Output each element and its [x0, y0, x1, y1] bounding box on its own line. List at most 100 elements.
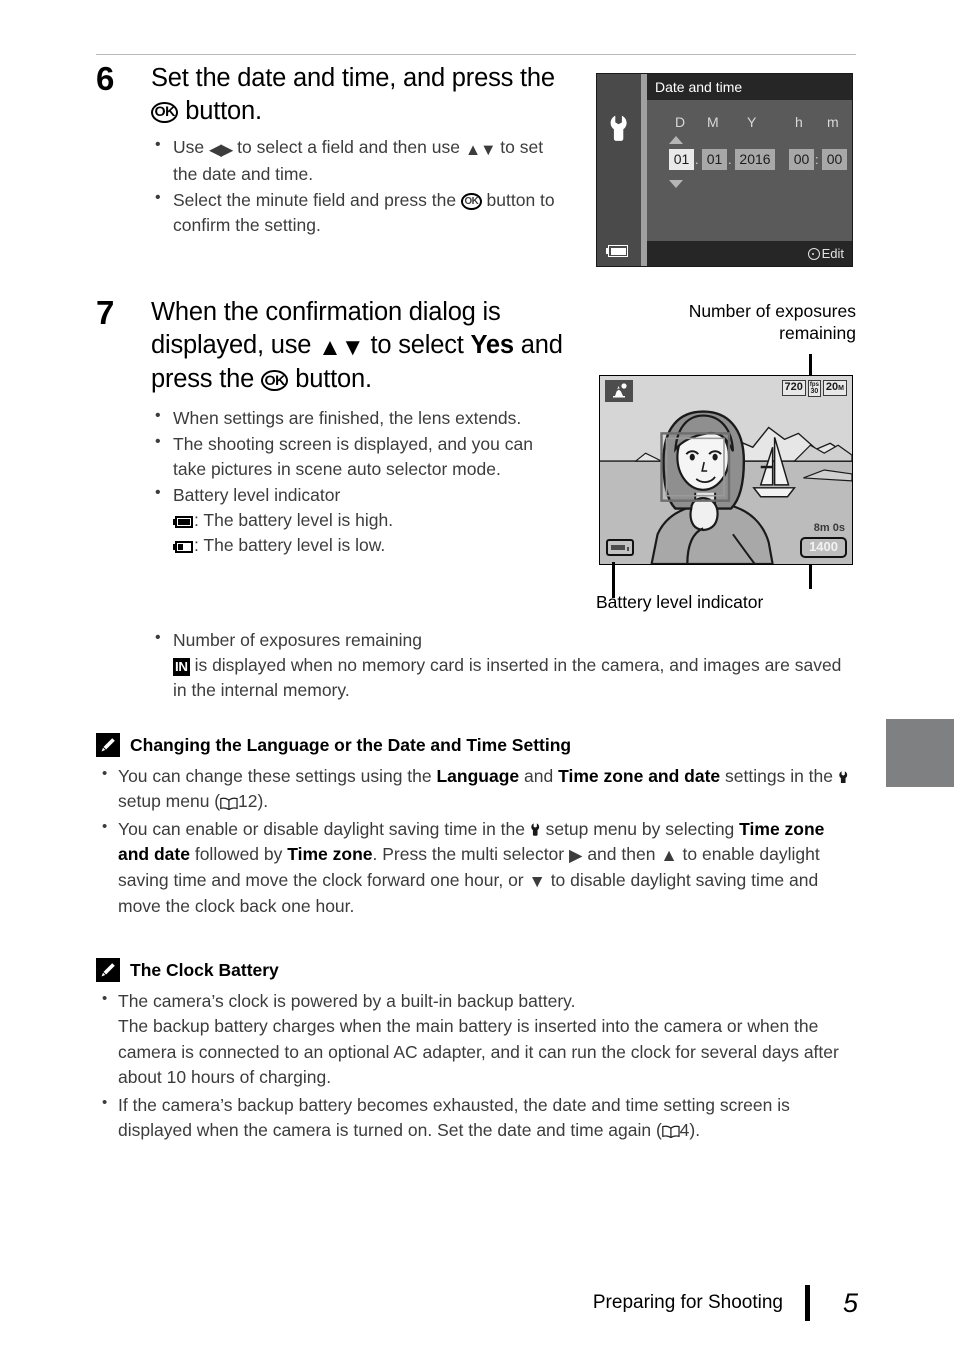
frame-rate-value: 30: [810, 388, 819, 395]
text-segment: The camera’s clock is powered by a built…: [118, 991, 576, 1011]
step-7: 7 When the confirmation dialog is displa…: [96, 296, 566, 558]
movie-time-remaining: 8m 0s: [813, 522, 845, 534]
step-6: 6 Set the date and time, and press the O…: [96, 62, 566, 238]
separator-2: .: [728, 152, 732, 167]
step-7-bullet-4: Number of exposures remaining IN is disp…: [151, 627, 858, 703]
text-segment: setup menu by selecting: [540, 818, 740, 839]
step-6-heading-text-1: Set the date and time, and press the: [151, 64, 555, 92]
step-6-bullet-1: Use to select a field and then use to se…: [151, 134, 566, 187]
step-7-number: 7: [96, 294, 114, 331]
battery-high-line: : The battery level is high.: [173, 508, 566, 533]
bullet-text: to select a field and then use: [232, 137, 465, 158]
date-time-screen-illustration: Date and time D M Y h m 01 . 01 . 2016 0…: [596, 73, 853, 267]
note-1-bullets: You can change these settings using the …: [96, 763, 858, 920]
yes-option-label: Yes: [470, 331, 515, 360]
internal-memory-line: IN is displayed when no memory card is i…: [173, 653, 858, 703]
date-time-screen-footer: Edit: [647, 241, 852, 266]
time-zone-setting-name: Time zone: [287, 844, 373, 865]
column-label-month: M: [707, 114, 719, 130]
footer-section-title: Preparing for Shooting: [592, 1292, 783, 1313]
edit-hint-label: Edit: [821, 246, 844, 261]
right-arrow-icon: [569, 843, 582, 868]
battery-low-text: : The battery level is low.: [194, 534, 386, 555]
battery-high-text: : The battery level is high.: [194, 509, 394, 530]
note-clock-battery: The Clock Battery The camera’s clock is …: [96, 958, 858, 1145]
text-segment: followed by: [189, 844, 288, 865]
ok-button-icon: OK: [460, 193, 482, 211]
step-7-bullet-4-wrap: Number of exposures remaining IN is disp…: [151, 627, 858, 704]
up-down-arrows-icon: [465, 138, 496, 162]
column-label-minute: m: [827, 114, 839, 130]
date-time-fields: 01 . 01 . 2016 00 : 00: [647, 149, 852, 171]
battery-low-icon: [173, 540, 193, 553]
separator-1: .: [695, 152, 699, 167]
note-2-title: The Clock Battery: [130, 959, 279, 980]
date-time-screen-title: Date and time: [647, 74, 852, 100]
step-7-bullet-2: The shooting screen is displayed, and yo…: [151, 431, 566, 482]
manual-page: 6 Set the date and time, and press the O…: [0, 0, 954, 1345]
exposures-remaining-indicator: 1400: [800, 537, 847, 558]
minute-field[interactable]: 00: [822, 149, 847, 170]
page-reference: 4).: [679, 1119, 701, 1140]
ok-button-icon: OK: [260, 370, 289, 392]
hour-field[interactable]: 00: [789, 149, 814, 170]
month-field[interactable]: 01: [702, 149, 727, 170]
bullet-text: Use: [173, 137, 209, 158]
down-arrow-icon[interactable]: [669, 180, 683, 188]
note-1-bullet-1: You can change these settings using the …: [96, 763, 858, 815]
up-arrow-icon[interactable]: [669, 136, 683, 144]
chapter-thumb-tab: [886, 719, 954, 787]
footer-divider: [805, 1285, 810, 1321]
bullet-text: Select the minute field and press the: [173, 189, 461, 210]
separator-3: :: [815, 152, 819, 167]
wrench-icon: [608, 115, 630, 141]
wrench-icon: [838, 770, 849, 784]
wrench-icon: [530, 823, 541, 837]
callout-exposures-remaining: Number of exposures remaining: [606, 300, 856, 345]
text-segment: setup menu (: [118, 791, 221, 812]
text-segment: and then: [582, 844, 661, 865]
down-arrow-icon: [529, 869, 546, 894]
top-right-indicators: 720 fps 30 20M: [781, 380, 847, 397]
note-2-bullet-1: The camera’s clock is powered by a built…: [96, 988, 858, 1091]
bullet-text: Number of exposures remaining: [173, 630, 423, 650]
column-label-hour: h: [795, 114, 803, 130]
internal-memory-text: is displayed when no memory card is inse…: [173, 654, 842, 700]
callout-battery-level-indicator: Battery level indicator: [596, 592, 764, 612]
pencil-note-icon: [96, 958, 120, 982]
movie-size-indicator: 720: [781, 380, 806, 396]
callout-line-1: Number of exposures: [688, 301, 856, 321]
top-divider-rule: [96, 54, 856, 55]
step-6-bullet-2: Select the minute field and press the OK…: [151, 187, 566, 238]
step-7-bullet-3: Battery level indicator : The battery le…: [151, 482, 566, 558]
page-footer: Preparing for Shooting 5: [96, 1275, 858, 1345]
up-down-arrows-icon: [318, 331, 363, 363]
text-segment: . Press the multi selector: [372, 844, 569, 865]
shooting-screen: 720 fps 30 20M 8m 0s 1400: [599, 375, 853, 565]
up-arrow-icon: [660, 843, 677, 868]
scene-auto-selector-icon: [605, 380, 633, 402]
day-field[interactable]: 01: [669, 149, 694, 170]
text-segment: The backup battery charges when the main…: [118, 1016, 839, 1088]
callout-line-2: remaining: [779, 323, 856, 344]
multi-selector-icon: [807, 248, 820, 260]
step-7-heading: When the confirmation dialog is displaye…: [151, 296, 566, 396]
text-segment: and: [519, 766, 559, 786]
book-icon: [220, 797, 238, 810]
battery-low-line: : The battery level is low.: [173, 533, 566, 558]
date-time-column-labels: D M Y h m: [647, 114, 852, 132]
step-6-bullet-list: Use to select a field and then use to se…: [151, 134, 566, 238]
step-7-heading-text-4: button.: [288, 365, 372, 394]
date-time-screen-body: D M Y h m 01 . 01 . 2016 00 : 00: [647, 100, 852, 241]
text-segment: settings in the: [720, 766, 838, 786]
internal-memory-icon: IN: [173, 658, 190, 677]
note-2-bullets: The camera’s clock is powered by a built…: [96, 988, 858, 1143]
column-label-year: Y: [747, 114, 757, 130]
text-segment: You can change these settings using the: [118, 766, 437, 786]
battery-level-indicator-icon: [606, 539, 634, 556]
battery-high-icon: [173, 515, 193, 528]
year-field[interactable]: 2016: [735, 149, 775, 170]
frame-rate-indicator: fps 30: [807, 380, 821, 397]
image-size-indicator: 20M: [822, 380, 847, 396]
time-zone-date-setting-name: Time zone and date: [558, 766, 721, 786]
